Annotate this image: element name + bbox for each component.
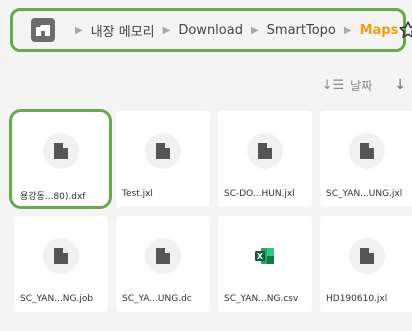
file-icon: [145, 133, 181, 169]
sort-bar: ↓☰ 날짜 ↓: [212, 70, 412, 100]
file-name: SC_YAN...NG.csv: [224, 294, 299, 304]
file-icon: [145, 238, 181, 274]
file-tile[interactable]: SC_YAN...UNG.jxl: [320, 111, 412, 207]
sort-icon[interactable]: ↓☰: [322, 78, 345, 93]
breadcrumb-separator: ▶: [250, 24, 259, 36]
file-tile[interactable]: X SC_YAN...NG.csv: [218, 216, 312, 312]
breadcrumb-separator: ▶: [162, 24, 171, 36]
file-name: SC_YA...UNG.dc: [122, 294, 192, 304]
file-grid: 용강동...80).dxf Test.jxl SC-DO...HUN.jxl S…: [14, 111, 412, 312]
file-tile[interactable]: SC-DO...HUN.jxl: [218, 111, 312, 207]
file-tile[interactable]: SC_YA...UNG.dc: [116, 216, 210, 312]
home-icon[interactable]: [31, 18, 55, 42]
excel-icon: X: [247, 238, 283, 274]
file-name: HD190610.jxl: [326, 294, 388, 304]
file-icon: [349, 238, 385, 274]
file-tile[interactable]: Test.jxl: [116, 111, 210, 207]
breadcrumb: ▶ 내장 메모리 ▶ Download ▶ SmartTopo ▶ Maps: [10, 8, 412, 52]
breadcrumb-item-smarttopo[interactable]: SmartTopo: [267, 23, 336, 38]
breadcrumb-item-maps[interactable]: Maps: [360, 23, 399, 38]
file-tile[interactable]: 용강동...80).dxf: [14, 111, 108, 207]
file-name: SC-DO...HUN.jxl: [224, 189, 295, 199]
breadcrumb-item-download[interactable]: Download: [178, 23, 243, 38]
file-name: SC_YAN...UNG.jxl: [326, 189, 403, 199]
sort-label[interactable]: 날짜: [350, 77, 372, 94]
breadcrumb-separator: ▶: [343, 24, 352, 36]
svg-text:X: X: [257, 252, 264, 261]
file-name: 용강동...80).dxf: [20, 192, 86, 202]
arrow-down-icon[interactable]: ↓: [394, 77, 406, 93]
file-icon: [43, 238, 79, 274]
file-tile[interactable]: HD190610.jxl: [320, 216, 412, 312]
file-name: SC_YAN...NG.job: [20, 294, 94, 304]
file-tile[interactable]: SC_YAN...NG.job: [14, 216, 108, 312]
file-icon: [43, 133, 79, 169]
breadcrumb-item-internal-storage[interactable]: 내장 메모리: [91, 21, 155, 40]
file-icon: [349, 133, 385, 169]
file-name: Test.jxl: [122, 189, 153, 199]
star-icon[interactable]: [398, 20, 412, 40]
file-icon: [247, 133, 283, 169]
breadcrumb-separator: ▶: [75, 24, 83, 36]
